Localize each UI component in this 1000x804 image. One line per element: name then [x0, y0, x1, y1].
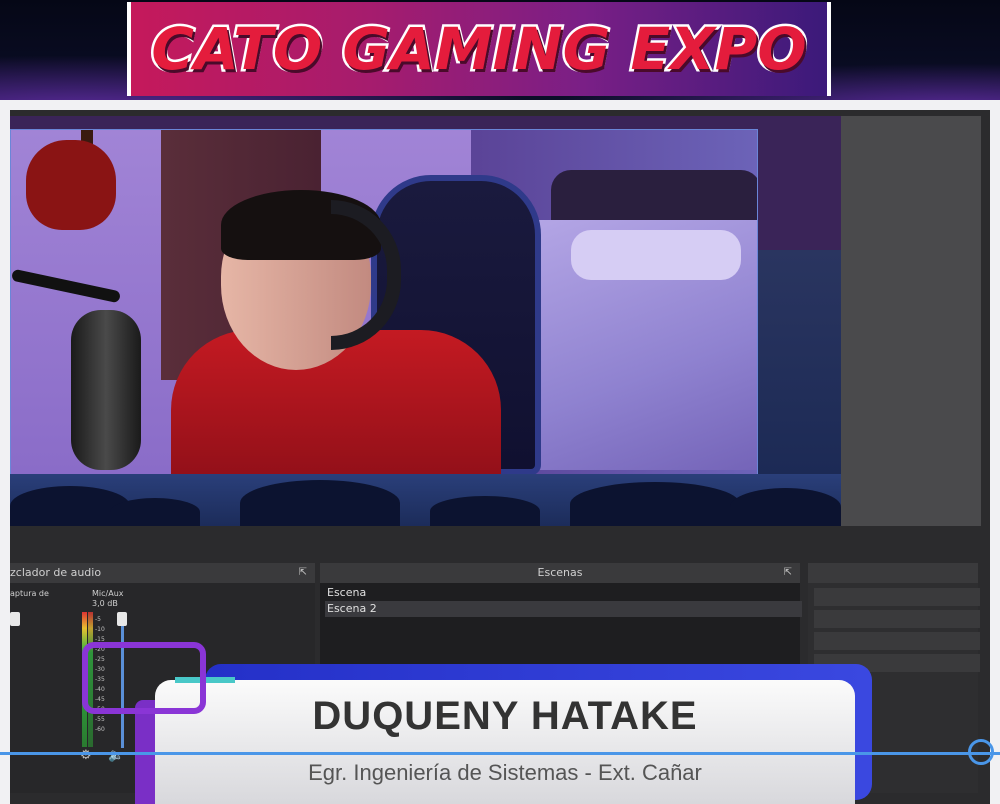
volume-fader-desktop[interactable] — [10, 612, 20, 626]
scene-item[interactable]: Escena — [325, 585, 802, 601]
lower-third-line-dot — [968, 739, 994, 765]
undock-icon[interactable]: ⇱ — [784, 563, 792, 583]
audio-mixer-title: zclador de audio — [10, 566, 102, 579]
list-row[interactable] — [814, 588, 980, 606]
webcam-source[interactable] — [10, 129, 758, 476]
gear-icon[interactable]: ⚙ — [80, 748, 92, 763]
channel-label-mic: Mic/Aux — [92, 589, 124, 598]
tree — [730, 488, 841, 526]
pillow — [571, 230, 741, 280]
audio-mixer-header: zclador de audio ⇱ — [10, 563, 315, 583]
background-forest-side — [756, 250, 841, 476]
volume-fader-mic[interactable] — [117, 612, 127, 626]
preview-right-area — [841, 116, 981, 526]
focus-highlight-box — [82, 642, 206, 714]
channel-level-mic: 3,0 dB — [92, 599, 118, 608]
guitar — [26, 140, 116, 230]
speaker-icon[interactable]: 🔈 — [108, 748, 124, 763]
scenes-header: Escenas ⇱ — [320, 563, 800, 583]
lower-third-line — [0, 752, 1000, 755]
tree — [430, 496, 540, 526]
meter-tick: -55 — [95, 716, 105, 723]
undock-icon[interactable]: ⇱ — [299, 563, 307, 583]
tree — [570, 482, 740, 526]
list-row[interactable] — [814, 632, 980, 650]
sources-header — [808, 563, 978, 583]
banner-title: CATO GAMING EXPO — [149, 13, 809, 86]
scenes-title: Escenas — [537, 566, 583, 579]
meter-tick: -60 — [95, 726, 105, 733]
tree — [110, 498, 200, 526]
background-forest — [10, 474, 841, 526]
meter-tick: -10 — [95, 626, 105, 633]
scene-item-selected[interactable]: Escena 2 — [325, 601, 802, 617]
tree — [240, 480, 400, 526]
channel-label-desktop: aptura de — [10, 589, 49, 598]
meter-tick: -5 — [95, 616, 101, 623]
expo-banner: CATO GAMING EXPO — [127, 2, 831, 96]
list-row[interactable] — [814, 610, 980, 628]
microphone — [71, 310, 141, 470]
speaker-name: DUQUENY HATAKE — [312, 694, 698, 738]
speaker-subtitle: Egr. Ingeniería de Sistemas - Ext. Cañar — [308, 760, 702, 785]
